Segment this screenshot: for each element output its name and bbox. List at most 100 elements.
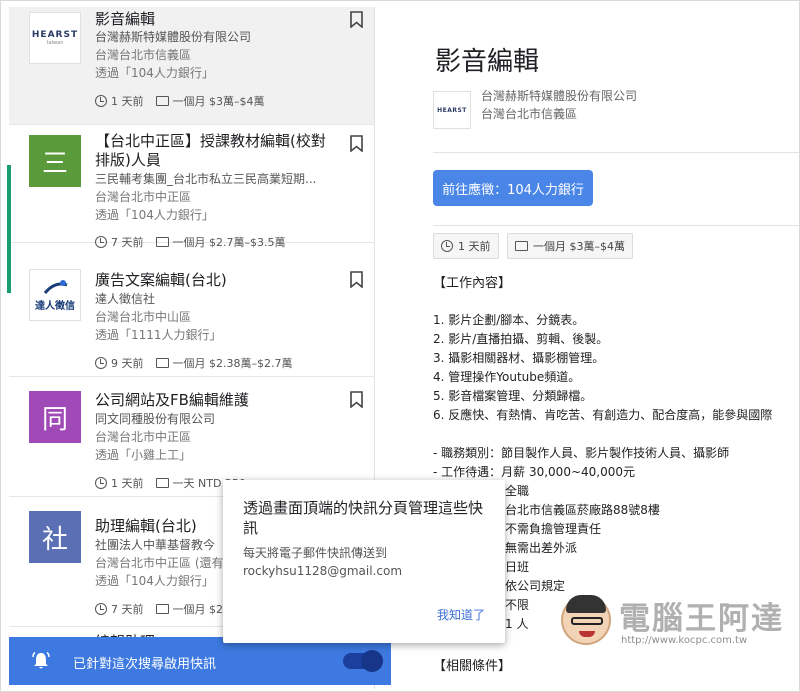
money-icon: [155, 237, 169, 247]
posted-time: 7 天前: [111, 236, 144, 249]
job-company: 台灣赫斯特媒體股份有限公司: [95, 30, 252, 44]
duty-line: 3. 攝影相關器材、攝影棚管理。: [433, 351, 605, 365]
job-title[interactable]: 廣告文案編輯(台北): [95, 271, 335, 290]
popup-title: 透過畫面頂端的快訊分頁管理這些快訊: [243, 499, 484, 537]
clock-icon: [95, 95, 107, 107]
runner-icon: [43, 279, 68, 294]
job-company: 達人徵信社: [95, 292, 156, 306]
job-meta: 1 天前 一個月 $3萬–$4萬: [95, 93, 265, 109]
job-location: 台灣台北市信義區: [95, 48, 192, 62]
job-salary: - 工作待遇：月薪 30,000~40,000元: [433, 465, 635, 479]
job-company: 三民輔考集團_台北市私立三民高業短期...: [95, 172, 317, 186]
posted-time: 9 天前: [111, 357, 144, 370]
job-title[interactable]: 影音編輯: [95, 10, 335, 29]
got-it-button[interactable]: 我知道了: [437, 606, 485, 623]
watermark-url: http://www.kocpc.com.tw: [621, 635, 748, 646]
job-location: 台灣台北市中正區: [95, 190, 192, 204]
job-company: 社團法人中華基督教今: [95, 538, 216, 552]
popup-body-line: 每天將電子郵件快訊傳送到: [243, 546, 388, 560]
money-icon: [155, 604, 169, 614]
job-meta: 9 天前 一個月 $2.38萬–$2.7萬: [95, 355, 292, 371]
mascot-face-icon: [561, 595, 611, 645]
company-logo: 達人徵信: [29, 269, 81, 321]
job-source: 透過「小雞上工」: [95, 448, 192, 462]
job-company: 同文同種股份有限公司: [95, 412, 216, 426]
money-icon: [515, 241, 528, 251]
clock-icon: [95, 357, 107, 369]
selection-accent: [7, 165, 11, 293]
job-alert-bar: 已針對這次搜尋啟用快訊: [9, 637, 391, 685]
job-field: 全職: [505, 484, 530, 498]
job-source: 透過「104人力銀行」: [95, 574, 214, 588]
posted-time: 7 天前: [111, 603, 144, 616]
job-field: 日班: [505, 560, 530, 574]
job-field: 台北市信義區菸廠路88號8樓: [505, 503, 660, 517]
job-location: 台灣台北市中正區 (還有: [95, 556, 223, 570]
detail-company: 台灣赫斯特媒體股份有限公司: [481, 89, 638, 103]
bookmark-icon[interactable]: [350, 135, 363, 152]
app-frame: HEARST taiwan 影音編輯 台灣赫斯特媒體股份有限公司 台灣台北市信義…: [0, 0, 800, 692]
job-field: 無需出差外派: [505, 541, 578, 555]
salary: 一個月 $2: [172, 603, 224, 616]
job-field: 不需負擔管理責任: [505, 522, 602, 536]
job-title[interactable]: 【台北中正區】授課教材編輯(校對排版)人員: [95, 132, 335, 170]
duty-line: 5. 影音檔案管理、分類歸檔。: [433, 389, 593, 403]
divider: [433, 225, 799, 226]
posted-chip: 1 天前: [433, 233, 499, 259]
salary: 一個月 $2.7萬–$3.5萬: [172, 236, 286, 249]
posted-time: 1 天前: [111, 477, 144, 490]
job-title[interactable]: 公司網站及FB編輯維護: [95, 391, 335, 410]
watermark: 電腦王阿達 http://www.kocpc.com.tw: [561, 589, 789, 659]
duty-line: 2. 影片/直播拍攝、剪輯、後製。: [433, 332, 609, 346]
money-icon: [155, 96, 169, 106]
toggle-knob[interactable]: [361, 650, 383, 672]
job-source: 透過「104人力銀行」: [95, 66, 214, 80]
bookmark-icon[interactable]: [350, 391, 363, 408]
job-source: 透過「104人力銀行」: [95, 208, 214, 222]
alert-toggle[interactable]: [343, 650, 383, 672]
salary: 一個月 $2.38萬–$2.7萬: [172, 357, 293, 370]
salary-chip: 一個月 $3萬–$4萬: [507, 233, 633, 259]
company-logo: 三: [29, 135, 81, 187]
posted-time: 1 天前: [111, 95, 144, 108]
hearst-logo: HEARST: [433, 91, 471, 129]
bookmark-icon[interactable]: [350, 271, 363, 288]
job-location: 台灣台北市中山區: [95, 310, 192, 324]
popup-body: 每天將電子郵件快訊傳送到 rockyhsu1128@gmail.com: [243, 544, 488, 580]
clock-icon: [95, 477, 107, 489]
job-card-3[interactable]: 同 公司網站及FB編輯維護 同文同種股份有限公司 台灣台北市中正區 透過「小雞上…: [9, 377, 374, 497]
clock-icon: [441, 240, 453, 252]
section-work-heading: 【工作內容】: [433, 276, 512, 291]
alert-status-text: 已針對這次搜尋啟用快訊: [73, 657, 217, 672]
job-card-0[interactable]: HEARST taiwan 影音編輯 台灣赫斯特媒體股份有限公司 台灣台北市信義…: [9, 7, 374, 125]
duty-line: 1. 影片企劃/腳本、分鏡表。: [433, 313, 585, 327]
hearst-logo: HEARST taiwan: [29, 12, 81, 64]
job-meta: 7 天前 一個月 $2: [95, 601, 223, 617]
money-icon: [155, 478, 169, 488]
alert-tip-popup: 透過畫面頂端的快訊分頁管理這些快訊 每天將電子郵件快訊傳送到 rockyhsu1…: [223, 480, 505, 643]
watermark-text: 電腦王阿達: [619, 601, 784, 637]
job-category: - 職務類別：節目製作人員、影片製作技術人員、攝影師: [433, 446, 730, 460]
job-field: 不限: [505, 598, 530, 612]
job-meta: 7 天前 一個月 $2.7萬–$3.5萬: [95, 234, 285, 250]
company-logo: 社: [29, 511, 81, 563]
job-card-1[interactable]: 三 【台北中正區】授課教材編輯(校對排版)人員 三民輔考集團_台北市私立三民高業…: [9, 125, 374, 249]
detail-title: 影音編輯: [435, 47, 540, 77]
duty-line: 6. 反應快、有熱情、肯吃苦、有創造力、配合度高，能參與國際: [433, 408, 773, 422]
money-icon: [155, 358, 169, 368]
clock-icon: [95, 236, 107, 248]
popup-email: rockyhsu1128@gmail.com: [243, 564, 403, 578]
bell-icon: [32, 651, 50, 669]
apply-button[interactable]: 前往應徵：104人力銀行: [433, 170, 593, 206]
bookmark-icon[interactable]: [350, 11, 363, 28]
duty-line: 4. 管理操作Youtube頻道。: [433, 370, 581, 384]
divider: [433, 152, 799, 153]
section-req-heading: 【相關條件】: [433, 659, 512, 674]
job-field: 1 人: [505, 617, 529, 631]
clock-icon: [95, 603, 107, 615]
job-field: 依公司規定: [505, 579, 566, 593]
job-card-2[interactable]: 達人徵信 廣告文案編輯(台北) 達人徵信社 台灣台北市中山區 透過「1111人力…: [9, 257, 374, 377]
salary: 一個月 $3萬–$4萬: [172, 95, 265, 108]
job-location: 台灣台北市中正區: [95, 430, 192, 444]
detail-location: 台灣台北市信義區: [481, 107, 578, 121]
